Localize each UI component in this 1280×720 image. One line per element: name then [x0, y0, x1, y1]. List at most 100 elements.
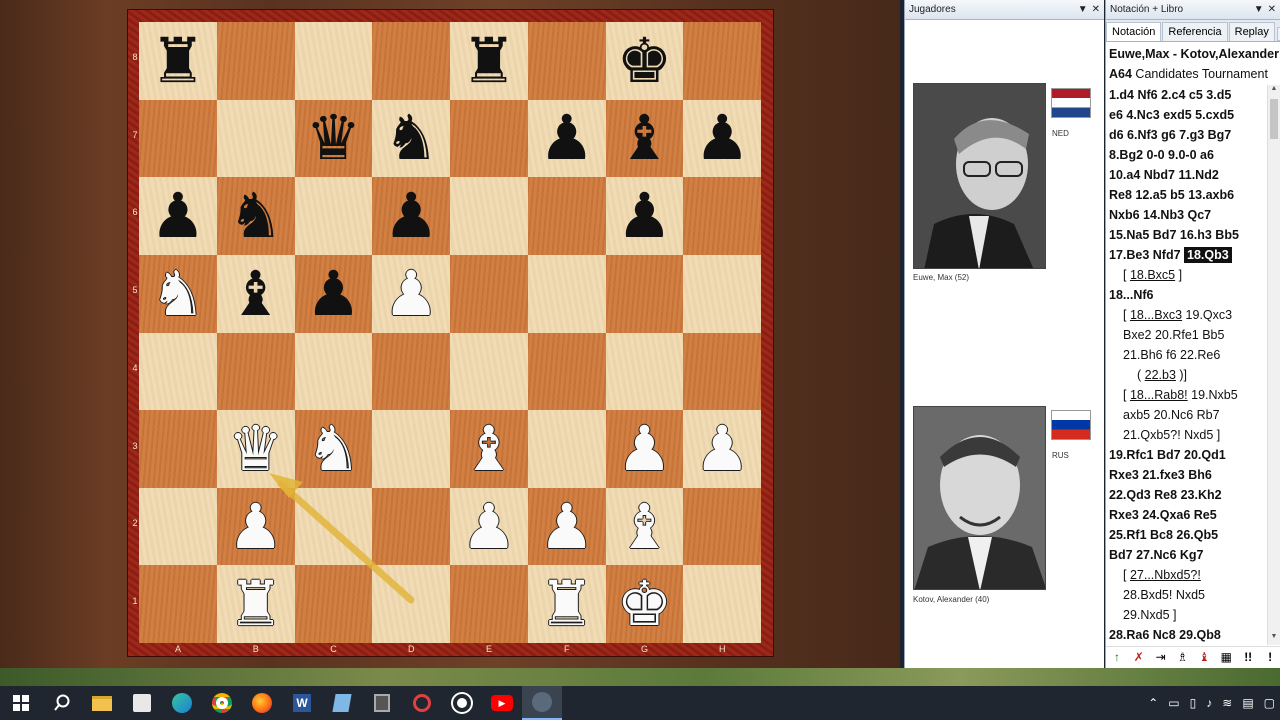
square-c1[interactable] [294, 565, 373, 643]
move-text[interactable]: ] [1175, 268, 1182, 282]
square-e4[interactable] [450, 332, 528, 411]
move-text[interactable]: Bd7 27.Nc6 Kg7 [1109, 548, 1203, 562]
battery-icon[interactable]: ▯ [1190, 696, 1197, 710]
white-pawn-icon[interactable]: ♟ [539, 495, 595, 558]
app-icon-red[interactable] [402, 686, 442, 720]
square-e7[interactable] [450, 99, 528, 178]
variation-moves[interactable]: 21.Bh6 f6 22.Re6 [1109, 345, 1267, 365]
move-text[interactable]: ( [1137, 368, 1145, 382]
move-text[interactable]: 19.Nxb5 [1188, 388, 1238, 402]
mainline-moves[interactable]: Nxb6 14.Nb3 Qc7 [1109, 205, 1267, 225]
white-bishop-icon[interactable]: ♝ [617, 495, 673, 558]
annotation-brilliant-button[interactable]: !! [1240, 650, 1256, 664]
edge-browser-icon[interactable] [162, 686, 202, 720]
square-e2[interactable]: ♟ [450, 487, 528, 566]
move-text[interactable]: 18.Bxc5 [1130, 268, 1175, 282]
move-text[interactable]: 18...Rab8! [1130, 388, 1188, 402]
move-text[interactable]: Rxe3 24.Qxa6 Re5 [1109, 508, 1217, 522]
square-b6[interactable]: ♞ [216, 177, 295, 255]
move-text[interactable]: [ [1123, 308, 1130, 322]
mainline-moves[interactable]: 1.d4 Nf6 2.c4 c5 3.d5 [1109, 85, 1267, 105]
tab-referencia[interactable]: Referencia [1162, 22, 1228, 41]
network-icon[interactable]: ▭ [1168, 696, 1179, 710]
volume-icon[interactable]: ♪ [1206, 696, 1212, 710]
move-text[interactable]: d6 6.Nf3 g6 7.g3 Bg7 [1109, 128, 1231, 142]
mainline-moves[interactable]: 28.Ra6 Nc8 29.Qb8 [1109, 625, 1267, 645]
square-f7[interactable]: ♟ [527, 99, 606, 178]
chess-app-icon[interactable] [522, 686, 562, 720]
mainline-moves[interactable]: 25.Rf1 Bc8 26.Qb5 [1109, 525, 1267, 545]
mainline-moves[interactable]: 10.a4 Nbd7 11.Nd2 [1109, 165, 1267, 185]
square-c5[interactable]: ♟ [294, 254, 373, 333]
move-text[interactable]: 25.Rf1 Bc8 26.Qb5 [1109, 528, 1218, 542]
square-f1[interactable]: ♜ [527, 565, 606, 643]
move-text[interactable]: [ [1123, 268, 1130, 282]
square-b2[interactable]: ♟ [216, 487, 295, 566]
white-knight-icon[interactable]: ♞ [150, 262, 206, 325]
square-d4[interactable] [372, 332, 450, 411]
square-h7[interactable]: ♟ [683, 99, 761, 178]
black-pawn-icon[interactable]: ♟ [694, 107, 750, 169]
square-e1[interactable] [450, 565, 528, 643]
move-text[interactable]: Rxe3 21.fxe3 Bh6 [1109, 468, 1212, 482]
move-text[interactable]: 21.Bh6 f6 22.Re6 [1123, 348, 1220, 362]
square-d8[interactable] [372, 22, 450, 100]
black-piece-icon[interactable]: ♝ [1196, 650, 1212, 664]
close-icon[interactable]: ✕ [1092, 4, 1100, 15]
square-b7[interactable] [216, 99, 295, 178]
variation-moves[interactable]: Bxe2 20.Rfe1 Bb5 [1109, 325, 1267, 345]
square-h3[interactable]: ♟ [683, 410, 761, 488]
move-text[interactable]: 19.Qxc3 [1182, 308, 1233, 322]
square-a1[interactable] [139, 565, 217, 643]
mainline-moves[interactable]: Bd7 27.Nc6 Kg7 [1109, 545, 1267, 565]
square-g4[interactable] [605, 332, 684, 411]
square-h5[interactable] [683, 254, 761, 333]
white-pawn-icon[interactable]: ♟ [383, 262, 439, 325]
square-b5[interactable]: ♝ [216, 254, 295, 333]
square-e8[interactable]: ♜ [450, 22, 528, 100]
square-g8[interactable]: ♚ [605, 22, 684, 100]
mainline-moves[interactable]: 15.Na5 Bd7 16.h3 Bb5 [1109, 225, 1267, 245]
search-icon[interactable] [42, 686, 82, 720]
move-text[interactable]: 8.Bg2 0-0 9.0-0 a6 [1109, 148, 1214, 162]
promote-variation-icon[interactable]: ↑ [1109, 650, 1125, 664]
move-text[interactable]: 1.d4 Nf6 2.c4 c5 3.d5 [1109, 88, 1231, 102]
square-d6[interactable]: ♟ [372, 177, 450, 255]
black-bishop-icon[interactable]: ♝ [617, 107, 673, 169]
mainline-moves[interactable]: e6 4.Nc3 exd5 5.cxd5 [1109, 105, 1267, 125]
black-queen-icon[interactable]: ♛ [306, 107, 362, 169]
variation-moves[interactable]: 21.Qxb5?! Nxd5 ] [1109, 425, 1267, 445]
move-text[interactable]: )] [1176, 368, 1187, 382]
word-icon[interactable]: W [282, 686, 322, 720]
mainline-moves[interactable]: Rxe3 21.fxe3 Bh6 [1109, 465, 1267, 485]
board-icon[interactable]: ▦ [1218, 650, 1234, 664]
white-pawn-icon[interactable]: ♟ [694, 417, 750, 480]
square-g7[interactable]: ♝ [605, 99, 684, 178]
square-g6[interactable]: ♟ [605, 177, 684, 255]
mainline-moves[interactable]: 22.Qd3 Re8 23.Kh2 [1109, 485, 1267, 505]
black-pawn-icon[interactable]: ♟ [150, 185, 206, 247]
move-text[interactable]: 15.Na5 Bd7 16.h3 Bb5 [1109, 228, 1239, 242]
delete-variation-icon[interactable]: ✗ [1131, 650, 1147, 664]
square-f2[interactable]: ♟ [527, 487, 606, 566]
black-pawn-icon[interactable]: ♟ [539, 107, 595, 169]
square-g5[interactable] [605, 254, 684, 333]
square-g2[interactable]: ♝ [605, 487, 684, 566]
variation-moves[interactable]: [ 18...Bxc3 19.Qxc3 [1109, 305, 1267, 325]
square-c8[interactable] [294, 22, 373, 100]
move-text[interactable]: 19.Rfc1 Bd7 20.Qd1 [1109, 448, 1226, 462]
square-a4[interactable] [139, 332, 217, 411]
square-h6[interactable] [683, 177, 761, 255]
mainline-moves[interactable]: Re8 12.a5 b5 13.axb6 [1109, 185, 1267, 205]
square-a5[interactable]: ♞ [139, 254, 217, 333]
move-text[interactable]: [ [1123, 388, 1130, 402]
white-knight-icon[interactable]: ♞ [306, 417, 362, 480]
tray-expand-icon[interactable]: ⌃ [1148, 696, 1158, 710]
white-piece-icon[interactable]: ♗ [1175, 650, 1191, 664]
moves-scrollbar[interactable]: ▲ ▼ [1267, 85, 1280, 645]
white-pawn-icon[interactable]: ♟ [617, 417, 673, 480]
language-icon[interactable]: ▤ [1242, 696, 1253, 710]
mainline-moves[interactable]: 8.Bg2 0-0 9.0-0 a6 [1109, 145, 1267, 165]
move-text[interactable]: 18...Nf6 [1109, 288, 1153, 302]
black-bishop-icon[interactable]: ♝ [228, 262, 284, 325]
